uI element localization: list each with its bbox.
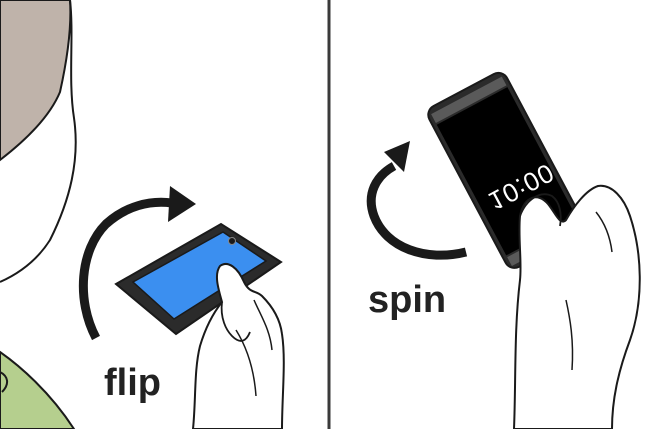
flip-caption: flip [104, 362, 161, 404]
gesture-illustration: 10:00 flip spin [0, 0, 650, 429]
curved-arrow-icon [366, 162, 468, 260]
illustration-canvas: 10:00 [0, 0, 641, 429]
person-face [0, 0, 72, 162]
flip-phone-camera [228, 237, 236, 245]
person-sleeve [0, 350, 76, 429]
spin-hand [512, 184, 641, 429]
curved-arrow-head [168, 186, 196, 222]
spin-panel: 10:00 [366, 71, 641, 429]
spin-caption: spin [368, 279, 447, 321]
spin-hand-outline [512, 184, 641, 429]
